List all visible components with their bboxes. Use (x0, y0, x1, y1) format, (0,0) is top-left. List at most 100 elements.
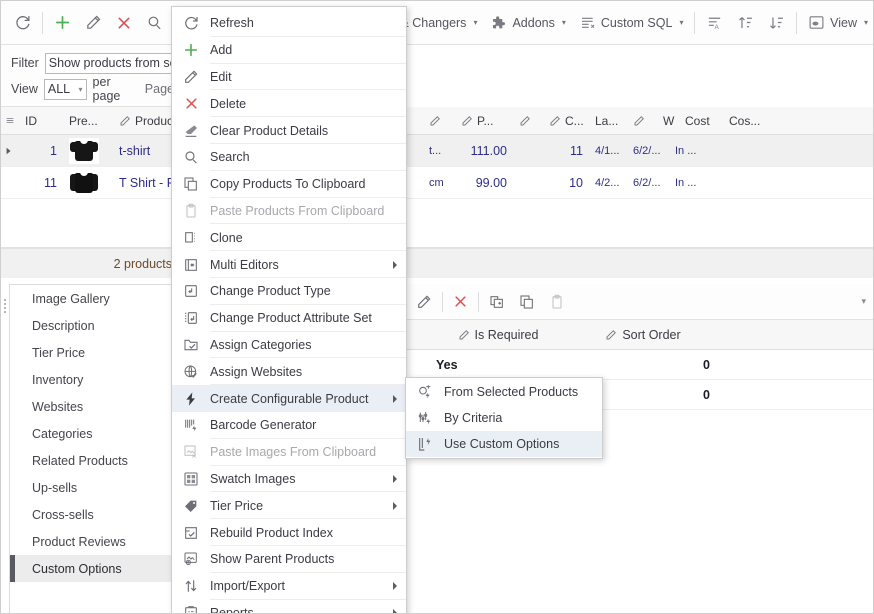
sort-ascending-button[interactable] (730, 8, 761, 38)
row-thumbnail (63, 135, 113, 167)
grid-col-cost[interactable]: Cost (679, 107, 723, 135)
grid-col-price-label: P... (477, 113, 494, 128)
sidebar-item-inventory[interactable]: Inventory (10, 366, 182, 393)
add-button[interactable] (47, 8, 78, 38)
table-row[interactable]: 1 t-shirt bled Catalog, Search t... 111.… (1, 135, 873, 167)
grid-col-extra[interactable] (513, 107, 543, 135)
menu-item-reports[interactable]: Reports (172, 600, 406, 613)
sidebar-item-related-products[interactable]: Related Products (10, 447, 182, 474)
menu-item-rebuild-product-index[interactable]: Rebuild Product Index (172, 519, 406, 546)
grid-col-w[interactable]: W (657, 107, 679, 135)
menu-item-add[interactable]: Add (172, 37, 406, 64)
table-row[interactable]: 11 T Shirt - Full Sle bled Catalog, Sear… (1, 167, 873, 199)
custom-sql-menu[interactable]: Custom SQL ▾ (573, 8, 691, 38)
search-button[interactable] (139, 8, 170, 38)
addons-menu[interactable]: Addons ▾ (484, 8, 572, 38)
submenu-item-by-criteria[interactable]: By Criteria (406, 405, 602, 431)
filter-input[interactable]: Show products from sel (44, 52, 174, 74)
menu-item-assign-categories[interactable]: Assign Categories (172, 332, 406, 359)
row-modified: 6/2/... (633, 176, 661, 189)
opt-col-sort-order[interactable]: Sort Order (568, 328, 718, 342)
grid-col-last[interactable]: La... (589, 107, 627, 135)
grid-status-bar: 2 products (1, 248, 183, 278)
refresh-icon (172, 15, 210, 31)
per-page-select[interactable]: ALL ▾ (43, 78, 87, 100)
copy-to-option-button[interactable] (482, 288, 512, 316)
paste-icon (172, 203, 210, 219)
menu-item-multi-editors[interactable]: Multi Editors (172, 251, 406, 278)
sidebar-item-tier-price[interactable]: Tier Price (10, 339, 182, 366)
grid-col-edit2[interactable] (627, 107, 657, 135)
menu-item-label: Rebuild Product Index (210, 525, 333, 540)
chevron-down-icon: ▾ (473, 18, 478, 27)
sidebar-item-label: Websites (32, 399, 84, 414)
menu-item-change-product-attribute-set[interactable]: Change Product Attribute Set (172, 305, 406, 332)
search-icon (146, 14, 163, 31)
delete-option-button[interactable] (446, 288, 475, 316)
menu-item-clear-product-details[interactable]: Clear Product Details (172, 117, 406, 144)
menu-item-import-export[interactable]: Import/Export (172, 573, 406, 600)
chevron-right-icon-swatch (393, 474, 397, 483)
menu-item-clone[interactable]: Clone (172, 224, 406, 251)
refresh-button[interactable] (7, 8, 38, 38)
menu-item-refresh[interactable]: Refresh (172, 10, 406, 37)
row-stock: In ... (675, 176, 697, 189)
swatch-images-icon (172, 471, 210, 487)
chevron-right-icon (393, 260, 397, 269)
sidebar-item-categories[interactable]: Categories (10, 420, 182, 447)
menu-item-search[interactable]: Search (172, 144, 406, 171)
sort-alpha-button[interactable]: A (699, 8, 730, 38)
menu-item-show-parent-products[interactable]: Show Parent Products (172, 546, 406, 573)
menu-item-label: Barcode Generator (210, 418, 317, 433)
sidebar-item-product-reviews[interactable]: Product Reviews (10, 528, 182, 555)
menu-item-paste-products-from-clipboard: Paste Products From Clipboard (172, 198, 406, 225)
grid-col-preview[interactable]: Pre... (63, 107, 113, 135)
sidebar-item-description[interactable]: Description (10, 312, 182, 339)
sidebar-item-websites[interactable]: Websites (10, 393, 182, 420)
grid-col-unit[interactable] (423, 107, 455, 135)
row-price: 99.00 (475, 175, 507, 190)
menu-item-delete[interactable]: Delete (172, 90, 406, 117)
grid-col-id[interactable]: ID (19, 107, 63, 135)
sidebar-item-up-sells[interactable]: Up-sells (10, 474, 182, 501)
filter-label: Filter (11, 56, 39, 70)
chevron-right-icon-reports (393, 608, 397, 613)
submenu-item-from-selected-products[interactable]: From Selected Products (406, 379, 602, 405)
sidebar-resize-grip[interactable] (1, 296, 9, 316)
row-indicator (1, 135, 19, 167)
sidebar-item-custom-options[interactable]: Custom Options (10, 555, 182, 582)
duplicate-option-button[interactable] (512, 288, 542, 316)
paste-option-button (542, 288, 572, 316)
edit-button[interactable] (78, 8, 109, 38)
change-attribute-set-icon (172, 310, 210, 326)
toolbar-overflow-caret[interactable]: ▾ (861, 296, 873, 307)
menu-item-swatch-images[interactable]: Swatch Images (172, 466, 406, 493)
menu-item-edit[interactable]: Edit (172, 64, 406, 91)
copy-icon (172, 176, 210, 192)
main-toolbar: Editors & Changers ▾ Addons ▾ Custom SQL… (1, 1, 873, 45)
context-menu: Refresh Add Edit Delete Clear Product De… (171, 6, 407, 613)
sort-descending-button[interactable] (761, 8, 792, 38)
menu-item-create-configurable-product[interactable]: Create Configurable Product (172, 385, 406, 412)
menu-item-label: Clone (210, 230, 243, 245)
grid-col-id-label: ID (25, 113, 37, 128)
change-product-type-icon (172, 283, 210, 299)
grid-col-menu[interactable] (1, 107, 19, 135)
submenu-item-use-custom-options[interactable]: Use Custom Options (406, 431, 602, 457)
opt-col-is-required[interactable]: Is Required (428, 328, 568, 342)
grid-col-cost2[interactable]: Cos... (723, 107, 767, 135)
menu-item-assign-websites[interactable]: Assign Websites (172, 358, 406, 385)
grid-col-price[interactable]: P... (455, 107, 513, 135)
menu-item-tier-price[interactable]: Tier Price (172, 492, 406, 519)
sidebar-item-cross-sells[interactable]: Cross-sells (10, 501, 182, 528)
delete-icon (172, 96, 210, 111)
view-menu[interactable]: View ▾ (801, 8, 873, 38)
edit-option-button[interactable] (409, 288, 439, 316)
menu-item-copy-products-to-clipboard[interactable]: Copy Products To Clipboard (172, 171, 406, 198)
menu-item-change-product-type[interactable]: Change Product Type (172, 278, 406, 305)
grid-col-qty[interactable]: C... (543, 107, 589, 135)
edit-pencil-icon-col5 (429, 115, 441, 127)
menu-item-barcode-generator[interactable]: Barcode Generator (172, 412, 406, 439)
sidebar-item-image-gallery[interactable]: Image Gallery (10, 285, 182, 312)
delete-button[interactable] (109, 8, 139, 38)
